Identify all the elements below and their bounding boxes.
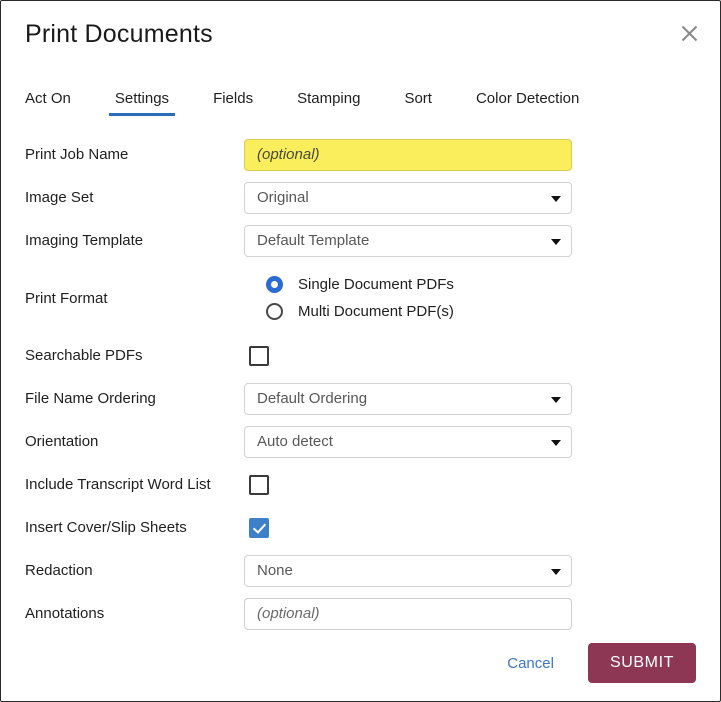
row-redaction: Redaction None xyxy=(1,549,721,592)
row-include-transcript-word-list: Include Transcript Word List xyxy=(1,463,721,506)
image-set-value: Original xyxy=(257,189,309,206)
imaging-template-label: Imaging Template xyxy=(25,232,144,249)
row-file-name-ordering: File Name Ordering Default Ordering xyxy=(1,377,721,420)
imaging-template-select[interactable]: Default Template xyxy=(244,224,572,257)
row-print-format: Print Format Single Document PDFs Multi … xyxy=(1,262,721,334)
submit-button[interactable]: SUBMIT xyxy=(587,643,696,683)
orientation-select[interactable]: Auto detect xyxy=(244,425,572,458)
tab-sort[interactable]: Sort xyxy=(404,90,432,116)
searchable-pdfs-checkbox[interactable] xyxy=(249,345,269,366)
file-name-ordering-value: Default Ordering xyxy=(257,390,368,407)
print-job-name-input[interactable] xyxy=(244,138,572,171)
redaction-select[interactable]: None xyxy=(244,554,572,587)
print-format-label: Print Format xyxy=(25,289,108,307)
row-image-set: Image Set Original xyxy=(1,176,721,219)
row-insert-cover-slip-sheets: Insert Cover/Slip Sheets xyxy=(1,506,721,549)
radio-single-document-pdfs[interactable]: Single Document PDFs xyxy=(244,276,454,293)
annotations-label: Annotations xyxy=(25,605,105,622)
orientation-label: Orientation xyxy=(25,433,99,450)
orientation-value: Auto detect xyxy=(257,433,333,450)
row-print-job-name: Print Job Name xyxy=(1,133,721,176)
radio-unselected-icon xyxy=(266,303,283,320)
print-documents-dialog: Print Documents Act On Settings Fields S… xyxy=(0,0,721,702)
include-transcript-word-list-checkbox[interactable] xyxy=(249,474,269,495)
row-imaging-template: Imaging Template Default Template xyxy=(1,219,721,262)
tab-act-on[interactable]: Act On xyxy=(25,90,71,116)
imaging-template-value: Default Template xyxy=(257,232,370,249)
file-name-ordering-select[interactable]: Default Ordering xyxy=(244,382,572,415)
image-set-select[interactable]: Original xyxy=(244,181,572,214)
redaction-value: None xyxy=(257,562,293,579)
insert-cover-slip-sheets-checkbox[interactable] xyxy=(249,517,269,538)
image-set-label: Image Set xyxy=(25,189,94,206)
searchable-pdfs-label: Searchable PDFs xyxy=(25,347,143,364)
cancel-button[interactable]: Cancel xyxy=(501,654,560,673)
print-job-name-label: Print Job Name xyxy=(25,146,129,163)
redaction-label: Redaction xyxy=(25,562,93,579)
radio-selected-icon xyxy=(266,276,283,293)
tab-color-detection[interactable]: Color Detection xyxy=(476,90,579,116)
settings-form: Print Job Name Image Set Original Imagin… xyxy=(1,133,721,635)
tab-settings[interactable]: Settings xyxy=(108,90,176,116)
include-transcript-word-list-label: Include Transcript Word List xyxy=(25,476,211,493)
file-name-ordering-label: File Name Ordering xyxy=(25,390,156,407)
tab-stamping[interactable]: Stamping xyxy=(297,90,360,116)
annotations-input[interactable] xyxy=(244,597,572,630)
radio-multi-document-pdfs[interactable]: Multi Document PDF(s) xyxy=(244,303,454,320)
row-orientation: Orientation Auto detect xyxy=(1,420,721,463)
row-searchable-pdfs: Searchable PDFs xyxy=(1,334,721,377)
close-icon[interactable] xyxy=(674,18,704,48)
dialog-tabs: Act On Settings Fields Stamping Sort Col… xyxy=(25,90,579,116)
dialog-footer: Cancel SUBMIT xyxy=(501,643,696,683)
tab-fields[interactable]: Fields xyxy=(213,90,253,116)
insert-cover-slip-sheets-label: Insert Cover/Slip Sheets xyxy=(25,519,187,536)
page-title: Print Documents xyxy=(25,20,213,48)
row-annotations: Annotations xyxy=(1,592,721,635)
print-format-radio-group: Single Document PDFs Multi Document PDF(… xyxy=(244,276,454,320)
